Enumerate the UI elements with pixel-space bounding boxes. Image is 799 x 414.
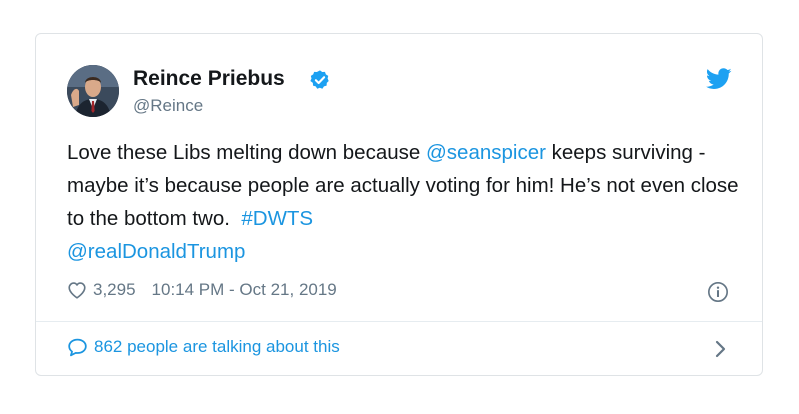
avatar-photo <box>67 65 119 117</box>
chevron-right-icon[interactable] <box>713 339 727 359</box>
tweet-timestamp[interactable]: 10:14 PM - Oct 21, 2019 <box>152 280 337 300</box>
tweet-text: Love these Libs melting down because @se… <box>67 136 757 268</box>
heart-icon[interactable] <box>67 281 87 299</box>
like-count[interactable]: 3,295 <box>93 280 136 300</box>
info-icon[interactable] <box>707 281 729 303</box>
verified-badge-icon <box>310 70 329 89</box>
talking-about-text: 862 people are talking about this <box>94 337 340 356</box>
tweet-card: Reince Priebus @Reince Love these Libs m… <box>35 33 763 376</box>
author-handle[interactable]: @Reince <box>133 96 203 116</box>
twitter-bird-icon[interactable] <box>706 68 732 90</box>
mention-realdonaldtrump-link[interactable]: @realDonaldTrump <box>67 240 245 263</box>
author-name[interactable]: Reince Priebus <box>133 67 285 91</box>
tweet-meta: 3,295 10:14 PM - Oct 21, 2019 <box>67 280 337 300</box>
avatar[interactable] <box>67 65 119 117</box>
divider <box>36 321 762 322</box>
speech-bubble-icon <box>68 338 87 357</box>
mention-seanspicer-link[interactable]: @seanspicer <box>426 141 546 164</box>
tweet-text-part: Love these Libs melting down because <box>67 141 426 164</box>
hashtag-dwts-link[interactable]: #DWTS <box>241 207 313 230</box>
talking-about-link[interactable]: 862 people are talking about this <box>67 337 340 357</box>
